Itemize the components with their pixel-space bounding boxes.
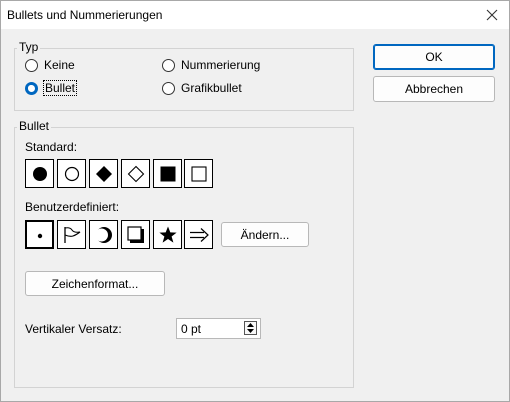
radio-label-nummerierung: Nummerierung (181, 58, 261, 72)
ok-button[interactable]: OK (373, 44, 495, 70)
close-icon (486, 9, 498, 21)
vertical-offset-label: Vertikaler Versatz: (25, 322, 122, 336)
standard-tile-3[interactable] (89, 159, 118, 188)
radio-label-bullet: Bullet (42, 80, 78, 96)
flag-icon (63, 226, 80, 243)
radio-button[interactable] (162, 58, 175, 72)
hollow-square-icon (190, 165, 207, 182)
star-icon (158, 226, 177, 243)
custom-tile-6[interactable] (184, 220, 213, 249)
cancel-button[interactable]: Abbrechen (373, 76, 495, 102)
standard-label: Standard: (25, 140, 78, 154)
change-button[interactable]: Ändern... (221, 222, 309, 247)
radio-label-keine: Keine (44, 58, 75, 72)
radio-keine[interactable]: Keine (25, 58, 75, 72)
shadowed-square-icon (126, 225, 144, 243)
small-dot-icon (37, 233, 42, 238)
spin-down-button[interactable] (245, 328, 256, 334)
custom-tile-3[interactable] (89, 220, 118, 249)
hollow-diamond-icon (127, 165, 144, 182)
custom-tile-4[interactable] (121, 220, 150, 249)
custom-label: Benutzerdefiniert: (25, 200, 120, 214)
radio-button-checked[interactable] (25, 81, 38, 95)
typ-group-label: Typ (17, 40, 41, 54)
filled-circle-icon (32, 166, 47, 181)
filled-square-icon (160, 166, 175, 181)
filled-diamond-icon (95, 165, 112, 182)
close-button[interactable] (481, 4, 503, 26)
radio-button[interactable] (25, 58, 38, 72)
standard-tile-4[interactable] (121, 159, 150, 188)
spin-buttons[interactable] (244, 321, 257, 335)
standard-tile-6[interactable] (184, 159, 213, 188)
vertical-offset-value[interactable]: 0 pt (181, 322, 201, 336)
radio-button[interactable] (162, 81, 175, 95)
window-title: Bullets und Nummerierungen (7, 8, 163, 22)
radio-grafikbullet[interactable]: Grafikbullet (162, 81, 242, 95)
custom-tile-1[interactable] (25, 220, 54, 249)
radio-bullet[interactable]: Bullet (25, 80, 78, 96)
char-format-button[interactable]: Zeichenformat... (25, 271, 165, 296)
dialog-window: Bullets und Nummerierungen Typ Keine Num… (0, 0, 510, 402)
hollow-circle-icon (64, 166, 79, 181)
custom-tile-2[interactable] (57, 220, 86, 249)
spin-down-icon (247, 329, 254, 333)
bullet-group-label: Bullet (17, 119, 52, 133)
standard-tile-2[interactable] (57, 159, 86, 188)
title-bar: Bullets und Nummerierungen (1, 1, 509, 29)
vertical-offset-spinbox[interactable]: 0 pt (176, 318, 261, 339)
standard-tile-1[interactable] (25, 159, 54, 188)
radio-nummerierung[interactable]: Nummerierung (162, 58, 260, 72)
standard-tile-5[interactable] (153, 159, 182, 188)
right-double-arrow-icon (189, 227, 209, 242)
radio-label-grafikbullet: Grafikbullet (181, 81, 242, 95)
custom-tile-5[interactable] (153, 220, 182, 249)
crescent-icon (94, 226, 112, 243)
spin-up-icon (247, 323, 254, 327)
